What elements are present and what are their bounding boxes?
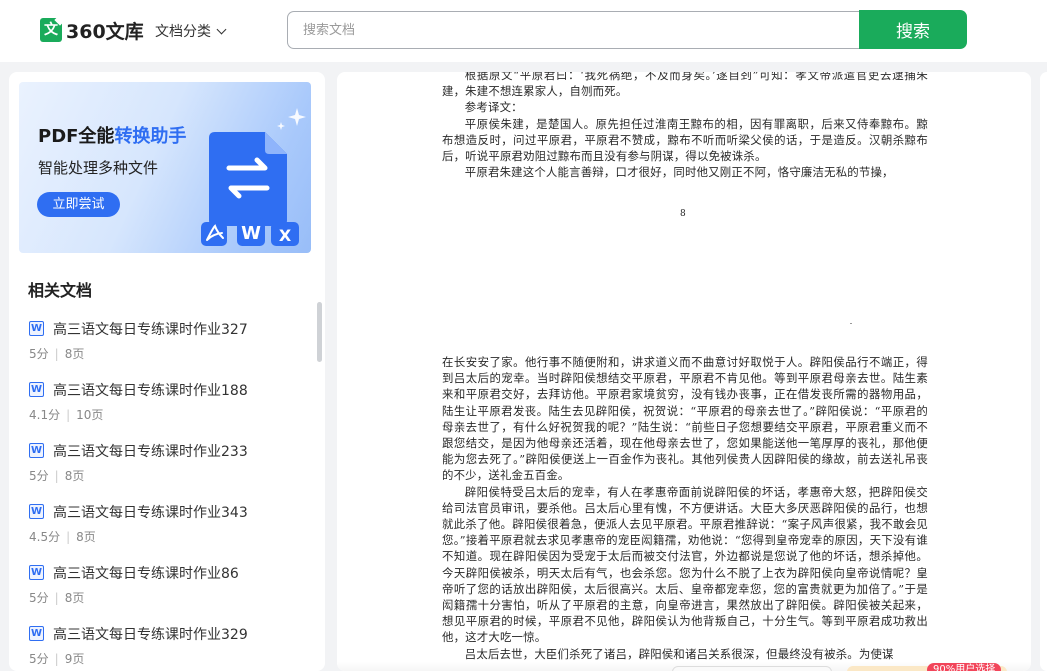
- word-doc-icon: W: [29, 321, 44, 336]
- promo-title: PDF全能转换助手: [38, 126, 187, 147]
- related-doc-item[interactable]: W 高三语文每日专练课时作业343 4.5分 | 8页: [28, 499, 308, 560]
- logo-text: 360文库: [66, 20, 144, 43]
- doc-score: 4.5分: [29, 530, 61, 544]
- doc-pages: 9页: [64, 652, 85, 666]
- related-doc-meta: 5分 | 8页: [29, 591, 85, 605]
- doc-paragraph: 在长安安了家。他行事不随便附和，讲求道义而不曲意讨好取悦于人。辟阳侯品行不端正，…: [442, 355, 928, 483]
- related-doc-meta: 5分 | 8页: [29, 347, 85, 361]
- doc-paragraph: 平原君朱建这个人能言善辩，口才很好，同时他又刚正不阿，恪守廉洁无私的节操，: [464, 165, 894, 180]
- related-doc-item[interactable]: W 高三语文每日专练课时作业86 5分 | 8页: [28, 560, 308, 621]
- left-sidebar: PDF全能转换助手 智能处理多种文件 立即尝试 W X 相关文档 W 高三语文每…: [9, 72, 325, 671]
- doc-score: 5分: [29, 652, 49, 666]
- related-doc-title[interactable]: 高三语文每日专练课时作业343: [53, 502, 248, 522]
- doc-category-dropdown[interactable]: 文档分类: [155, 21, 227, 41]
- search-input[interactable]: [287, 11, 861, 49]
- related-doc-item[interactable]: W 高三语文每日专练课时作业188 4.1分 | 10页: [28, 377, 308, 438]
- doc-paragraph: 辟阳侯特受吕太后的宠幸，有人在孝惠帝面前说辟阳侯的坏话，孝惠帝大怒，把辟阳侯交给…: [442, 484, 928, 645]
- doc-paragraph: 平原侯朱建，是楚国人。原先担任过淮南王黥布的相，因有罪离职，后来又侍奉黥布。黥布…: [442, 116, 928, 164]
- word-doc-icon: W: [29, 565, 44, 580]
- related-doc-title[interactable]: 高三语文每日专练课时作业329: [53, 624, 248, 644]
- top-header: 文 360文库 文档分类 搜索: [0, 0, 1047, 62]
- document-page-text-lower: 在长安安了家。他行事不随便附和，讲求道义而不曲意讨好取悦于人。辟阳侯品行不端正，…: [442, 354, 928, 662]
- related-doc-item[interactable]: W 高三语文每日专练课时作业327 5分 | 8页: [28, 316, 308, 377]
- pdf-converter-promo-banner[interactable]: PDF全能转换助手 智能处理多种文件 立即尝试 W X: [19, 82, 311, 253]
- page-number: 8: [680, 209, 686, 219]
- doc-score: 5分: [29, 591, 49, 605]
- document-page-text-upper: 根据原文“平原君曰：‘我死祸绝，不及而身矣。’遂自刭”可知：孝文帝派遣官吏去逮捕…: [442, 72, 928, 180]
- doc-pages: 10页: [76, 408, 104, 422]
- doc-paragraph: 参考译文：: [464, 100, 523, 115]
- doc-score: 4.1分: [29, 408, 61, 422]
- doc-score: 5分: [29, 347, 49, 361]
- search-button[interactable]: 搜索: [859, 10, 967, 49]
- logo-icon: 文: [40, 18, 62, 42]
- doc-score: 5分: [29, 469, 49, 483]
- site-logo[interactable]: 文 360文库: [40, 17, 144, 43]
- related-doc-meta: 4.5分 | 8页: [29, 530, 96, 544]
- promo-subtitle: 智能处理多种文件: [38, 159, 159, 177]
- doc-category-label: 文档分类: [155, 24, 211, 40]
- related-doc-meta: 5分 | 9页: [29, 652, 85, 666]
- svg-text:W: W: [241, 223, 261, 244]
- related-doc-item[interactable]: W 高三语文每日专练课时作业329 5分 | 9页: [28, 621, 308, 671]
- related-docs-heading: 相关文档: [28, 281, 93, 300]
- file-convert-illustration-icon: W X: [201, 108, 306, 246]
- page-separator-mark: [850, 323, 852, 324]
- word-doc-icon: W: [29, 504, 44, 519]
- right-panel-edge: [1040, 72, 1047, 671]
- word-doc-icon: W: [29, 382, 44, 397]
- word-doc-icon: W: [29, 443, 44, 458]
- doc-paragraph: 根据原文“平原君曰：‘我死祸绝，不及而身矣。’遂自刭”可知：孝文帝派遣官吏去逮捕…: [442, 72, 928, 99]
- related-doc-title[interactable]: 高三语文每日专练课时作业233: [53, 441, 248, 461]
- doc-pages: 8页: [64, 469, 85, 483]
- doc-pages: 8页: [64, 347, 85, 361]
- related-docs-list: W 高三语文每日专练课时作业327 5分 | 8页 W 高三语文每日专练课时作业18…: [28, 316, 308, 671]
- doc-pages: 8页: [76, 530, 96, 544]
- sidebar-scrollbar[interactable]: [317, 302, 322, 362]
- related-doc-title[interactable]: 高三语文每日专练课时作业327: [53, 319, 248, 339]
- chevron-down-icon: [216, 24, 227, 34]
- related-doc-meta: 5分 | 8页: [29, 469, 85, 483]
- document-viewer[interactable]: 根据原文“平原君曰：‘我死祸绝，不及而身矣。’遂自刭”可知：孝文帝派遣官吏去逮捕…: [337, 72, 1031, 671]
- svg-text:X: X: [279, 226, 292, 245]
- bottom-action-button[interactable]: [672, 666, 832, 671]
- doc-paragraph: 吕太后去世，大臣们杀死了诸吕，辟阳侯和诸吕关系很深，但最终没有被杀。为使谋: [464, 646, 894, 661]
- related-doc-meta: 4.1分 | 10页: [29, 408, 104, 422]
- promo-try-now-button[interactable]: 立即尝试: [37, 192, 120, 217]
- word-doc-icon: W: [29, 626, 44, 641]
- related-doc-title[interactable]: 高三语文每日专练课时作业86: [53, 563, 239, 583]
- users-choice-badge: 90%用户选择: [927, 663, 1002, 671]
- related-doc-item[interactable]: W 高三语文每日专练课时作业233 5分 | 8页: [28, 438, 308, 499]
- doc-pages: 8页: [64, 591, 85, 605]
- related-doc-title[interactable]: 高三语文每日专练课时作业188: [53, 380, 248, 400]
